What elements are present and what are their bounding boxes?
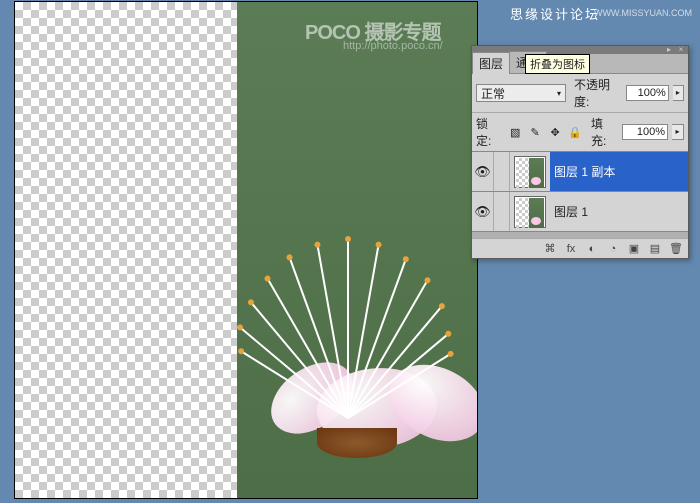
lock-brush-icon[interactable]: ✎ xyxy=(527,124,543,140)
link-column[interactable] xyxy=(494,192,510,231)
layer-name[interactable]: 图层 1 副本 xyxy=(550,152,688,191)
transparency-grid xyxy=(15,2,237,498)
group-icon[interactable]: ▣ xyxy=(625,241,643,257)
panel-footer: ⌘ fx ◐ ◔ ▣ ▤ 🗑 xyxy=(472,238,688,258)
lock-move-icon[interactable]: ✥ xyxy=(547,124,563,140)
watermark-poco-url: http://photo.poco.cn/ xyxy=(343,40,443,52)
document-canvas[interactable]: POCO 摄影专题 http://photo.poco.cn/ xyxy=(14,1,478,499)
layer-row[interactable]: 👁 图层 1 xyxy=(472,192,688,232)
blend-mode-value: 正常 xyxy=(481,85,505,102)
tab-layers[interactable]: 图层 xyxy=(472,52,510,74)
lock-all-icon[interactable]: 🔒 xyxy=(567,124,583,140)
layer-name[interactable]: 图层 1 xyxy=(550,192,688,231)
image-layer xyxy=(237,2,477,498)
visibility-toggle[interactable]: 👁 xyxy=(472,192,494,231)
fx-icon[interactable]: fx xyxy=(562,241,580,257)
opacity-input[interactable]: 100% xyxy=(626,85,669,101)
trash-icon[interactable]: 🗑 xyxy=(667,241,685,257)
collapse-tooltip: 折叠为图标 xyxy=(525,54,590,74)
link-layers-icon[interactable]: ⌘ xyxy=(541,241,559,257)
opacity-label: 不透明度: xyxy=(574,76,622,110)
panel-menu-icon[interactable]: ▸ xyxy=(664,47,674,53)
close-icon[interactable]: × xyxy=(676,47,686,53)
layer-row[interactable]: 👁 图层 1 副本 xyxy=(472,152,688,192)
lock-pixel-icon[interactable]: ▧ xyxy=(507,124,523,140)
blend-mode-select[interactable]: 正常 ▾ xyxy=(476,84,566,102)
eye-icon: 👁 xyxy=(474,164,491,180)
mask-icon[interactable]: ◐ xyxy=(583,241,601,257)
opacity-slider-icon[interactable]: ▸ xyxy=(673,85,684,101)
lock-label: 锁定: xyxy=(476,115,503,149)
watermark-siyuan: 思缘设计论坛 xyxy=(510,4,600,23)
fill-slider-icon[interactable]: ▸ xyxy=(672,124,684,140)
flower-graphic xyxy=(257,268,477,468)
panel-tabs: 图层 通道 折叠为图标 xyxy=(472,54,688,74)
layer-thumbnail[interactable] xyxy=(514,156,546,188)
fill-label: 填充: xyxy=(591,115,618,149)
blend-opacity-row: 正常 ▾ 不透明度: 100% ▸ xyxy=(472,74,688,112)
fill-input[interactable]: 100% xyxy=(622,124,668,140)
link-column[interactable] xyxy=(494,152,510,191)
layer-thumbnail[interactable] xyxy=(514,196,546,228)
lock-fill-row: 锁定: ▧ ✎ ✥ 🔒 填充: 100% ▸ xyxy=(472,112,688,152)
layers-list: 👁 图层 1 副本 👁 图层 1 xyxy=(472,152,688,238)
adjustment-icon[interactable]: ◔ xyxy=(604,241,622,257)
watermark-missyuan: WWW.MISSYUAN.COM xyxy=(594,8,692,18)
new-layer-icon[interactable]: ▤ xyxy=(646,241,664,257)
visibility-toggle[interactable]: 👁 xyxy=(472,152,494,191)
eye-icon: 👁 xyxy=(474,204,491,220)
layers-panel: ▸ × 图层 通道 折叠为图标 正常 ▾ 不透明度: 100% ▸ 锁定: ▧ … xyxy=(471,45,689,259)
chevron-down-icon: ▾ xyxy=(557,89,561,98)
